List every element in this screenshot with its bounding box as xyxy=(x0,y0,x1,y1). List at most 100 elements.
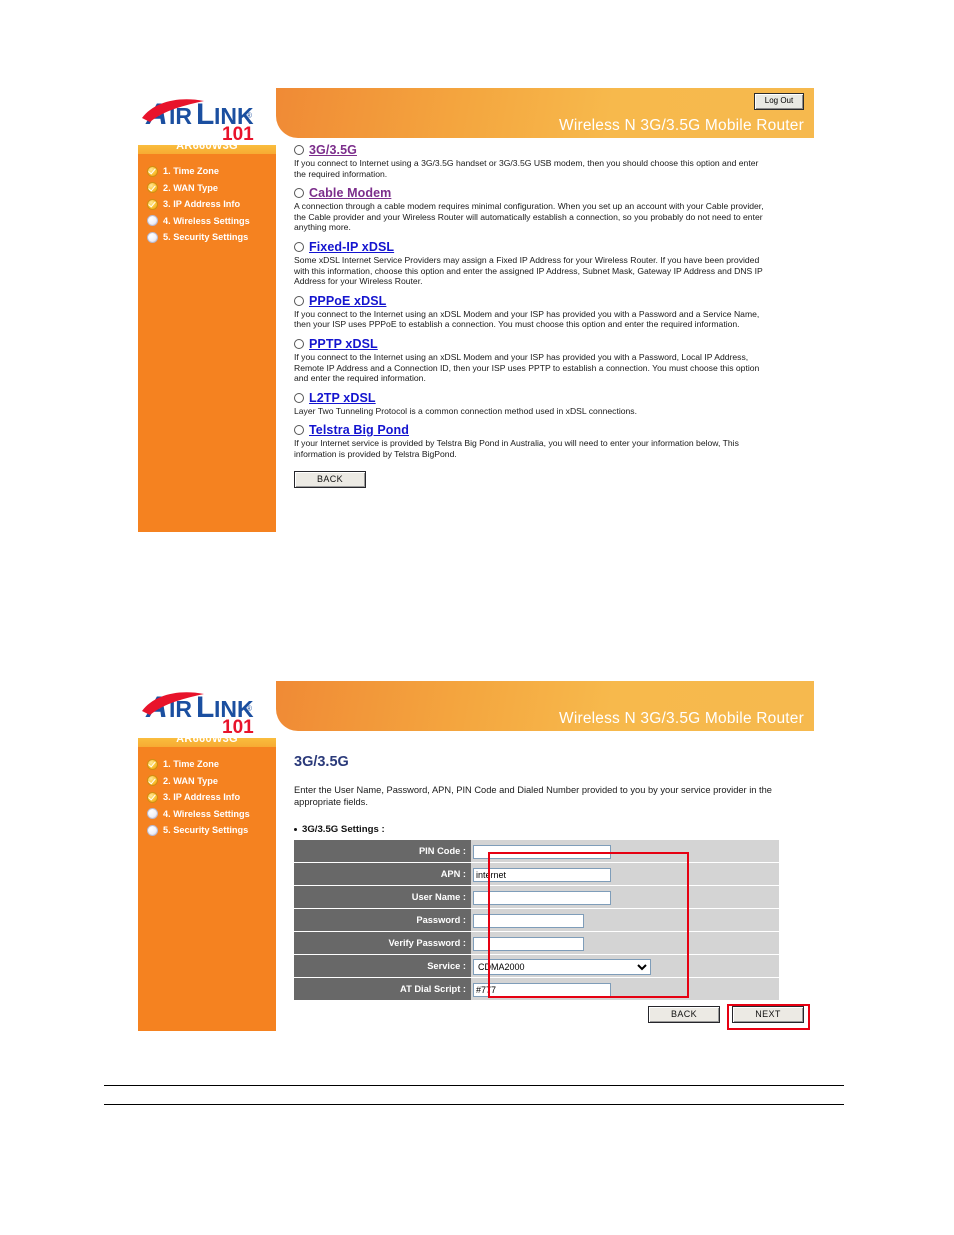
field-label: Verify Password : xyxy=(294,932,471,954)
wan-option-description: Some xDSL Internet Service Providers may… xyxy=(294,254,763,287)
circle-icon xyxy=(147,824,158,836)
check-icon xyxy=(147,198,158,210)
wan-option: L2TP xDSL Layer Two Tunneling Protocol is… xyxy=(294,391,804,417)
field-input[interactable] xyxy=(473,983,611,997)
sidebar-item-1[interactable]: 1. Time Zone xyxy=(138,756,276,773)
sidebar-item-5[interactable]: 5. Security Settings xyxy=(138,229,276,246)
svg-text:L: L xyxy=(196,98,214,131)
field-label: AT Dial Script : xyxy=(294,978,471,1000)
sidebar-step-list: 1. Time Zone 2. WAN Type 3. IP Address Inf… xyxy=(138,154,276,246)
radio-button-icon[interactable] xyxy=(294,338,304,349)
sidebar-item-3[interactable]: 3. IP Address Info xyxy=(138,789,276,806)
wan-option-description: A connection through a cable modem requi… xyxy=(294,201,764,233)
field-label: APN : xyxy=(294,863,471,885)
field-label: Service : xyxy=(294,955,471,977)
circle-icon xyxy=(147,808,158,820)
wan-option-link[interactable]: PPPoE xDSL xyxy=(309,294,386,308)
sidebar-item-3[interactable]: 3. IP Address Info xyxy=(138,196,276,213)
field-value-cell: CDMA2000 xyxy=(471,955,779,977)
field-value-cell xyxy=(471,932,779,954)
field-value-cell xyxy=(471,978,779,1000)
wan-option-header: Fixed-IP xDSL xyxy=(294,240,804,254)
field-label: PIN Code : xyxy=(294,840,471,862)
sidebar-item-label: 1. Time Zone xyxy=(163,759,219,770)
sidebar-item-2[interactable]: 2. WAN Type xyxy=(138,773,276,790)
wan-type-option-list: 3G/3.5G If you connect to Internet using … xyxy=(294,143,804,460)
sidebar-item-label: 5. Security Settings xyxy=(163,825,249,836)
form-row: Password : xyxy=(294,909,779,931)
wan-option-header: PPPoE xDSL xyxy=(294,294,804,308)
panel1-header: Log Out Wireless N 3G/3.5G Mobile Router xyxy=(276,88,814,138)
wan-option: Fixed-IP xDSL Some xDSL Internet Service … xyxy=(294,240,804,287)
svg-text:®: ® xyxy=(246,111,252,120)
wan-option-link[interactable]: L2TP xDSL xyxy=(309,391,376,405)
sidebar-item-5[interactable]: 5. Security Settings xyxy=(138,822,276,839)
radio-button-icon[interactable] xyxy=(294,425,304,436)
wan-option-link[interactable]: Fixed-IP xDSL xyxy=(309,240,394,254)
form-row: Service : CDMA2000 xyxy=(294,955,779,977)
sidebar-item-1[interactable]: 1. Time Zone xyxy=(138,163,276,180)
back-button[interactable]: BACK xyxy=(648,1006,720,1023)
svg-text:101: 101 xyxy=(222,124,254,145)
field-input[interactable] xyxy=(473,845,611,859)
wan-option-header: L2TP xDSL xyxy=(294,391,804,405)
service-select[interactable]: CDMA2000 xyxy=(473,959,651,975)
radio-button-icon[interactable] xyxy=(294,241,304,252)
field-input[interactable] xyxy=(473,914,584,928)
circle-icon xyxy=(147,231,158,243)
wan-option-link[interactable]: Cable Modem xyxy=(309,186,391,200)
panel2-button-row: BACK NEXT xyxy=(648,1006,804,1023)
radio-button-icon[interactable] xyxy=(294,295,304,306)
airlink-logo-svg: A IR L INK ® 101 xyxy=(142,691,254,738)
form-row: AT Dial Script : xyxy=(294,978,779,1000)
sidebar-item-label: 2. WAN Type xyxy=(163,775,218,786)
sidebar-item-4[interactable]: 4. Wireless Settings xyxy=(138,806,276,823)
svg-text:101: 101 xyxy=(222,717,254,738)
circle-icon xyxy=(147,215,158,227)
settings-form-table: PIN Code :APN :User Name :Password :Veri… xyxy=(294,839,779,1001)
wan-option-link[interactable]: Telstra Big Pond xyxy=(309,423,409,437)
sidebar-item-4[interactable]: 4. Wireless Settings xyxy=(138,213,276,230)
page-divider-top xyxy=(104,1085,844,1086)
wan-option: Telstra Big Pond If your Internet service… xyxy=(294,423,804,459)
back-button[interactable]: BACK xyxy=(294,470,366,488)
router-panel-wan-type: A IR L INK ® 101 Log Out Wireless N 3G/3… xyxy=(138,88,814,532)
radio-button-icon[interactable] xyxy=(294,392,304,403)
wan-option-description: If you connect to Internet using a 3G/3.… xyxy=(294,158,759,179)
sidebar-item-label: 5. Security Settings xyxy=(163,232,249,243)
panel2-content: 3G/3.5G Enter the User Name, Password, A… xyxy=(276,731,814,1031)
field-value-cell xyxy=(471,863,779,885)
airlink-logo: A IR L INK ® 101 xyxy=(138,88,276,145)
wan-option-link[interactable]: 3G/3.5G xyxy=(309,143,357,157)
next-button[interactable]: NEXT xyxy=(732,1006,804,1023)
field-label: Password : xyxy=(294,909,471,931)
wan-option-description: If your Internet service is provided by … xyxy=(294,438,739,459)
sidebar-item-2[interactable]: 2. WAN Type xyxy=(138,180,276,197)
field-input[interactable] xyxy=(473,937,584,951)
airlink-logo: A IR L INK ® 101 xyxy=(138,681,276,738)
field-value-cell xyxy=(471,909,779,931)
sidebar-item-label: 4. Wireless Settings xyxy=(163,808,250,819)
radio-button-icon[interactable] xyxy=(294,188,304,199)
field-value-cell xyxy=(471,886,779,908)
settings-group-label: 3G/3.5G Settings : xyxy=(302,824,385,835)
logout-button[interactable]: Log Out xyxy=(754,93,804,110)
check-icon xyxy=(147,775,158,787)
sidebar-item-label: 1. Time Zone xyxy=(163,166,219,177)
wan-option-header: Telstra Big Pond xyxy=(294,423,804,437)
field-input[interactable] xyxy=(473,891,611,905)
form-row: Verify Password : xyxy=(294,932,779,954)
sidebar-step-list: 1. Time Zone 2. WAN Type 3. IP Address Inf… xyxy=(138,747,276,839)
wan-option-link[interactable]: PPTP xDSL xyxy=(309,337,378,351)
panel1-content: 3G/3.5G If you connect to Internet using … xyxy=(276,138,814,532)
radio-button-icon[interactable] xyxy=(294,145,304,155)
field-input[interactable] xyxy=(473,868,611,882)
wan-option-description: If you connect to the Internet using an … xyxy=(294,308,760,330)
field-label: User Name : xyxy=(294,886,471,908)
airlink-logo-svg: A IR L INK ® 101 xyxy=(142,98,254,145)
wan-option: PPTP xDSL If you connect to the Internet … xyxy=(294,337,804,384)
svg-text:®: ® xyxy=(246,704,252,713)
sidebar-item-label: 3. IP Address Info xyxy=(163,199,241,210)
form-row: APN : xyxy=(294,863,779,885)
wan-option-header: PPTP xDSL xyxy=(294,337,804,351)
